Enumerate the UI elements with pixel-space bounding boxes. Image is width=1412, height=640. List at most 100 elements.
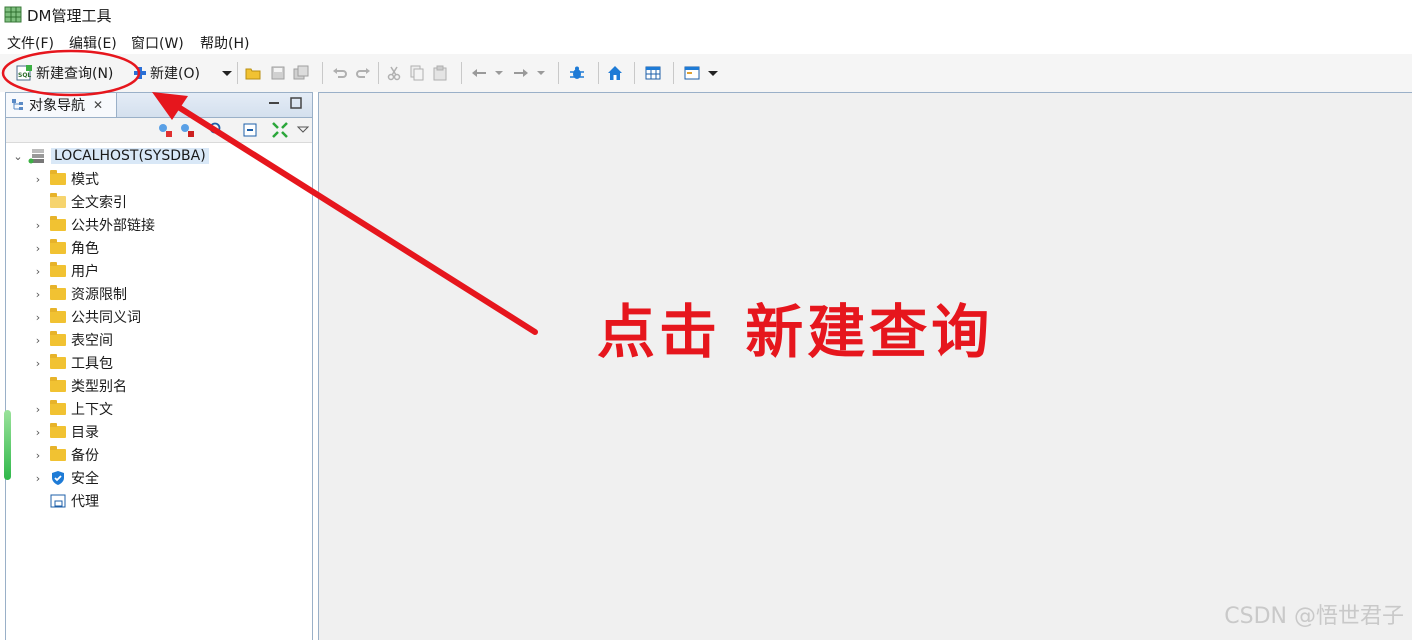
minimize-icon[interactable] [268, 97, 280, 109]
tree-item[interactable]: › 用户 [32, 260, 99, 282]
tree-item[interactable]: › 模式 [32, 168, 99, 190]
new-query-label: 新建查询(N) [36, 66, 114, 82]
disconnect-icon[interactable] [179, 122, 195, 138]
tree-item[interactable]: › 安全 [32, 467, 99, 489]
tree-root-row[interactable]: ⌄ LOCALHOST(SYSDBA) [12, 145, 209, 167]
plus-icon [134, 67, 146, 79]
layout-dropdown-icon[interactable] [705, 65, 721, 81]
chevron-right-icon[interactable]: › [32, 426, 44, 439]
tree-item-label: 全文索引 [71, 195, 127, 211]
chevron-down-icon[interactable]: ⌄ [12, 150, 24, 163]
copy-icon[interactable] [409, 65, 425, 81]
shield-icon [52, 471, 64, 485]
toolbar-separator [378, 62, 379, 84]
toolbar-separator [237, 62, 238, 84]
cut-icon[interactable] [386, 65, 402, 81]
main-toolbar: SQL 新建查询(N) 新建(O) [0, 54, 1412, 92]
search-icon[interactable] [209, 122, 225, 138]
tree-item-label: 表空间 [71, 333, 113, 349]
bug-icon[interactable] [569, 65, 585, 81]
forward-arrow-icon[interactable] [513, 65, 529, 81]
new-button[interactable]: 新建(O) [133, 61, 200, 85]
folder-icon [50, 308, 66, 323]
paste-icon[interactable] [432, 65, 448, 81]
chevron-right-icon[interactable]: › [32, 334, 44, 347]
chevron-right-icon[interactable]: › [32, 472, 44, 485]
expand-icon[interactable] [272, 122, 288, 138]
tree-item[interactable]: › 目录 [32, 421, 99, 443]
database-grid-icon [4, 6, 22, 23]
annotation-text: 点击 新建查询 [597, 298, 994, 366]
open-folder-icon[interactable] [245, 65, 261, 81]
tree-item-label: 用户 [71, 264, 99, 280]
connect-icon[interactable] [157, 122, 173, 138]
menu-window[interactable]: 窗口(W) [131, 33, 184, 53]
tree-item-label: 公共同义词 [71, 310, 141, 326]
maximize-icon[interactable] [290, 97, 302, 109]
tree-item[interactable]: › 上下文 [32, 398, 113, 420]
menu-edit[interactable]: 编辑(E) [69, 33, 117, 53]
new-query-button[interactable]: SQL 新建查询(N) [16, 61, 113, 85]
toolbar-separator [558, 62, 559, 84]
chevron-right-icon[interactable]: › [32, 265, 44, 278]
window-layout-icon[interactable] [684, 65, 700, 81]
save-all-icon[interactable] [293, 65, 309, 81]
save-icon[interactable] [270, 65, 286, 81]
menu-bar: 文件(F) 编辑(E) 窗口(W) 帮助(H) [0, 30, 1412, 54]
proxy-icon [50, 494, 66, 508]
view-menu-icon[interactable] [295, 122, 311, 138]
redo-icon[interactable] [355, 65, 371, 81]
folder-icon [50, 262, 66, 277]
tree-item[interactable]: › 公共外部链接 [32, 214, 155, 236]
dropdown-arrow-icon[interactable] [219, 65, 235, 81]
sql-new-query-icon: SQL [16, 65, 32, 81]
chevron-right-icon[interactable]: › [32, 219, 44, 232]
collapse-all-icon[interactable] [242, 122, 258, 138]
nav-tab-title: 对象导航 [29, 98, 85, 114]
chevron-right-icon[interactable]: › [32, 449, 44, 462]
chevron-right-icon[interactable]: › [32, 403, 44, 416]
chevron-right-icon[interactable]: › [32, 288, 44, 301]
tree-item[interactable]: › 公共同义词 [32, 306, 141, 328]
menu-help[interactable]: 帮助(H) [200, 33, 249, 53]
table-icon[interactable] [645, 65, 661, 81]
toolbar-separator [673, 62, 674, 84]
forward-dropdown-icon[interactable] [533, 65, 549, 81]
title-bar: DM管理工具 [0, 0, 1412, 29]
back-dropdown-icon[interactable] [491, 65, 507, 81]
tree-item-label: 模式 [71, 172, 99, 188]
tree-item-label: 安全 [71, 471, 99, 487]
folder-icon [50, 170, 66, 185]
undo-icon[interactable] [332, 65, 348, 81]
tree-item[interactable]: 全文索引 [32, 191, 127, 213]
tab-object-navigator[interactable]: 对象导航 ✕ [6, 93, 117, 117]
tree-item-label: 备份 [71, 448, 99, 464]
tree-item-label: 类型别名 [71, 379, 127, 395]
tree-item[interactable]: › 角色 [32, 237, 99, 259]
menu-file[interactable]: 文件(F) [7, 33, 54, 53]
folder-icon [50, 400, 66, 415]
chevron-right-icon[interactable]: › [32, 173, 44, 186]
tree-item[interactable]: 代理 [32, 490, 99, 512]
tree-item[interactable]: 类型别名 [32, 375, 127, 397]
tree-root-label: LOCALHOST(SYSDBA) [51, 148, 209, 164]
folder-icon [50, 216, 66, 231]
chevron-right-icon[interactable]: › [32, 311, 44, 324]
chevron-right-icon[interactable]: › [32, 242, 44, 255]
scroll-grip[interactable] [4, 410, 11, 480]
new-label: 新建(O) [150, 66, 200, 82]
tree-item[interactable]: › 工具包 [32, 352, 113, 374]
home-icon[interactable] [607, 65, 623, 81]
tree-item[interactable]: › 资源限制 [32, 283, 127, 305]
chevron-right-icon[interactable]: › [32, 357, 44, 370]
toolbar-separator [322, 62, 323, 84]
toolbar-separator [598, 62, 599, 84]
tree-item[interactable]: › 备份 [32, 444, 99, 466]
tree-item-label: 公共外部链接 [71, 218, 155, 234]
tree-item-label: 角色 [71, 241, 99, 257]
folder-icon [50, 446, 66, 461]
tree-item-label: 工具包 [71, 356, 113, 372]
back-arrow-icon[interactable] [471, 65, 487, 81]
close-icon[interactable]: ✕ [93, 98, 103, 112]
tree-item[interactable]: › 表空间 [32, 329, 113, 351]
